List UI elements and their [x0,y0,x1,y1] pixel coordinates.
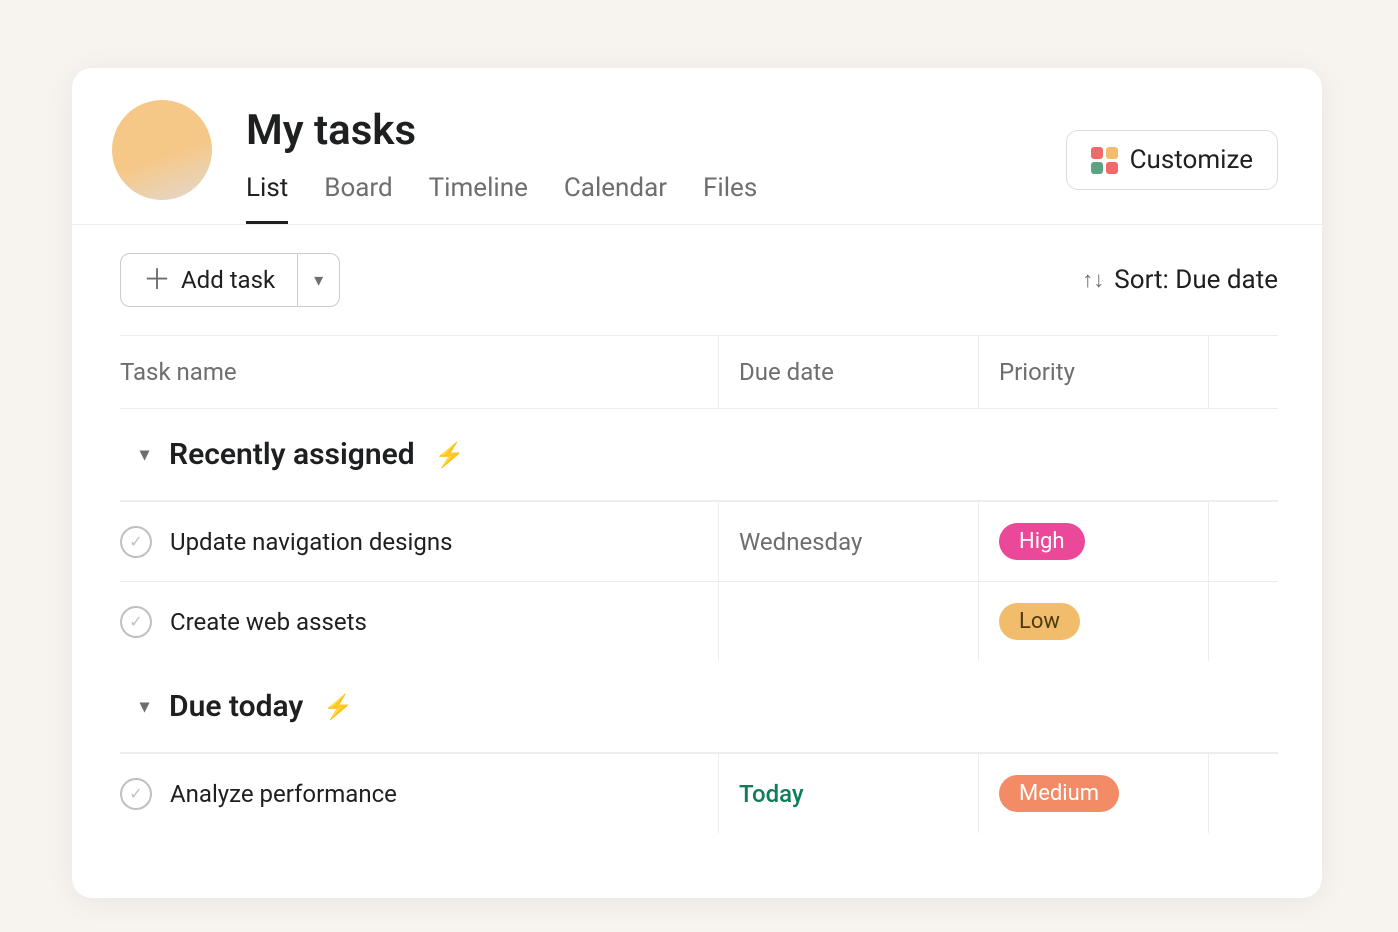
column-extra[interactable] [1208,336,1278,408]
add-task-label: Add task [181,266,275,294]
section-title: Due today [169,689,303,724]
tab-calendar[interactable]: Calendar [564,173,667,224]
task-row[interactable]: ✓ Create web assets Low [120,581,1278,661]
customize-icon [1091,147,1118,174]
section-collapse-icon[interactable]: ▾ [140,444,149,465]
header: My tasks List Board Timeline Calendar Fi… [72,68,1322,225]
complete-check-icon[interactable]: ✓ [120,526,152,558]
task-due-cell[interactable] [718,582,978,661]
sort-button[interactable]: ↑↓ Sort: Due date [1082,265,1278,295]
task-extra-cell[interactable] [1208,502,1278,581]
tab-board[interactable]: Board [324,173,392,224]
customize-button[interactable]: Customize [1066,130,1278,190]
section-header[interactable]: ▾ Recently assigned ⚡ [72,409,1322,500]
section-title: Recently assigned [169,437,415,472]
bolt-icon: ⚡ [435,441,465,469]
complete-check-icon[interactable]: ✓ [120,606,152,638]
add-task-button[interactable]: ＋ Add task [120,253,298,307]
page-title: My tasks [246,106,757,155]
app-card: My tasks List Board Timeline Calendar Fi… [72,68,1322,898]
task-name: Create web assets [170,608,367,636]
add-task-dropdown[interactable]: ▾ [298,253,340,307]
task-name-cell: ✓ Update navigation designs [120,502,718,581]
sort-label: Sort: Due date [1114,265,1278,295]
section-header[interactable]: ▾ Due today ⚡ [72,661,1322,752]
plus-icon: ＋ [143,266,171,294]
task-row[interactable]: ✓ Analyze performance Today Medium [120,753,1278,833]
priority-pill: High [999,523,1085,560]
task-priority-cell[interactable]: Medium [978,754,1208,833]
header-main: My tasks List Board Timeline Calendar Fi… [246,100,757,224]
task-name-cell: ✓ Analyze performance [120,754,718,833]
column-task-name[interactable]: Task name [120,336,718,408]
task-due-cell[interactable]: Wednesday [718,502,978,581]
toolbar: ＋ Add task ▾ ↑↓ Sort: Due date [72,225,1322,335]
tabs: List Board Timeline Calendar Files [246,173,757,224]
task-name: Update navigation designs [170,528,452,556]
column-due-date[interactable]: Due date [718,336,978,408]
tab-timeline[interactable]: Timeline [429,173,528,224]
sort-icon: ↑↓ [1082,267,1104,293]
bolt-icon: ⚡ [323,693,353,721]
section-collapse-icon[interactable]: ▾ [140,696,149,717]
priority-pill: Medium [999,775,1119,812]
task-name: Analyze performance [170,780,397,808]
customize-label: Customize [1130,145,1253,175]
task-priority-cell[interactable]: High [978,502,1208,581]
tab-list[interactable]: List [246,173,288,224]
table-header: Task name Due date Priority [120,335,1278,409]
task-due-cell[interactable]: Today [718,754,978,833]
tab-files[interactable]: Files [703,173,757,224]
complete-check-icon[interactable]: ✓ [120,778,152,810]
task-name-cell: ✓ Create web assets [120,582,718,661]
task-due: Today [739,780,804,808]
task-row[interactable]: ✓ Update navigation designs Wednesday Hi… [120,501,1278,581]
avatar[interactable] [112,100,212,200]
task-due: Wednesday [739,528,862,556]
add-task-group: ＋ Add task ▾ [120,253,340,307]
task-priority-cell[interactable]: Low [978,582,1208,661]
priority-pill: Low [999,603,1080,640]
task-extra-cell[interactable] [1208,582,1278,661]
chevron-down-icon: ▾ [314,270,323,291]
task-extra-cell[interactable] [1208,754,1278,833]
column-priority[interactable]: Priority [978,336,1208,408]
